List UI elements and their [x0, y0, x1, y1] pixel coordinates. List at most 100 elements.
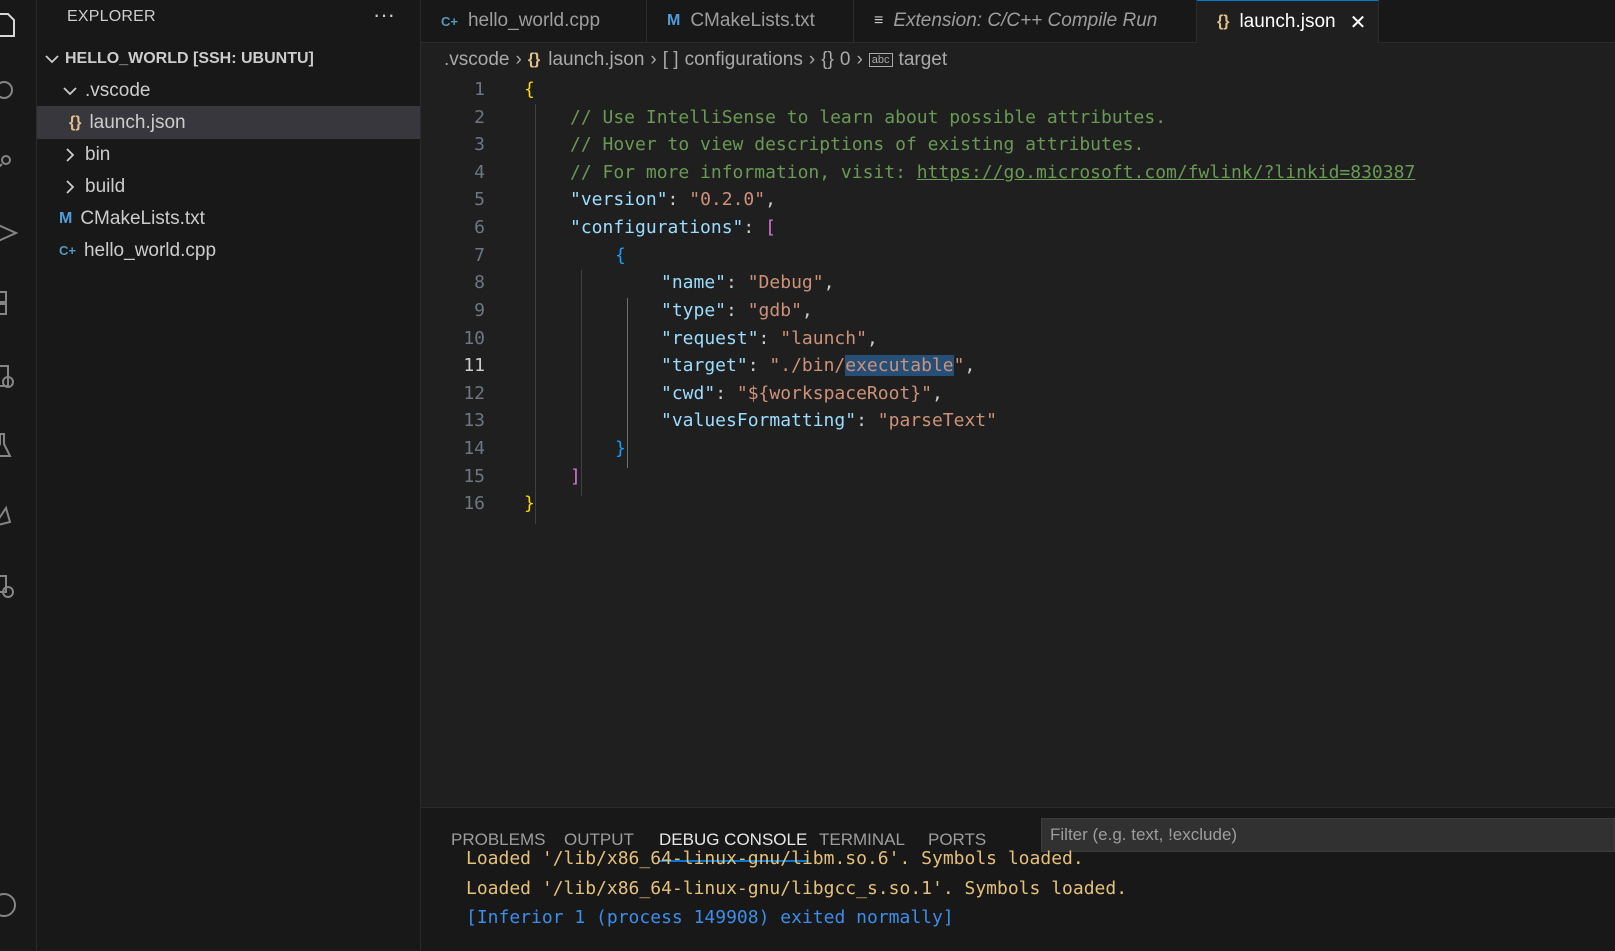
code-line: ] — [570, 466, 581, 487]
tree-item-label: build — [85, 175, 126, 197]
breadcrumb-item[interactable]: .vscode — [444, 49, 509, 71]
code-line: // For more information, visit: https://… — [570, 162, 1416, 183]
line-number: 2 — [474, 107, 485, 128]
bottom-panel: PROBLEMS OUTPUT DEBUG CONSOLE TERMINAL P… — [421, 807, 1615, 951]
close-icon[interactable]: ✕ — [1350, 10, 1367, 35]
tab-cmakelists[interactable]: M CMakeLists.txt — [647, 0, 854, 42]
tab-label: hello_world.cpp — [467, 10, 601, 31]
activity-bar — [0, 0, 37, 950]
code-line: } — [524, 493, 535, 514]
tab-hello-world-cpp[interactable]: C+ hello_world.cpp — [421, 0, 647, 42]
chevron-down-icon — [45, 54, 59, 63]
docs-link[interactable]: https://go.microsoft.com/fwlink/?linkid=… — [917, 162, 1416, 183]
cmake-file-icon: M — [59, 209, 73, 227]
tree-item-build[interactable]: build — [37, 170, 420, 203]
breadcrumb-item[interactable]: target — [899, 49, 948, 71]
tree-item-launch-json[interactable]: {} launch.json — [37, 106, 420, 139]
string-icon: abc — [868, 53, 893, 67]
tab-label: CMakeLists.txt — [690, 10, 815, 31]
breadcrumb-item[interactable]: configurations — [685, 49, 803, 71]
tree-item-label: CMakeLists.txt — [80, 207, 205, 229]
line-number: 3 — [474, 134, 485, 155]
tab-label: Extension: C/C++ Compile Run — [893, 10, 1158, 31]
code-line: } — [615, 438, 626, 459]
tree-item-hello-world-cpp[interactable]: C+ hello_world.cpp — [37, 234, 420, 267]
line-number: 10 — [463, 328, 485, 349]
cmake-icon[interactable] — [0, 502, 20, 532]
run-debug-icon[interactable] — [0, 218, 20, 248]
tree-item-label: launch.json — [89, 111, 186, 133]
tab-terminal[interactable]: TERMINAL — [819, 830, 905, 850]
tab-extension-compile-run[interactable]: ≡ Extension: C/C++ Compile Run — [854, 0, 1197, 42]
code-line: { — [615, 245, 626, 266]
line-number: 16 — [463, 493, 485, 514]
line-number: 9 — [474, 300, 485, 321]
tree-item-cmakelists[interactable]: M CMakeLists.txt — [37, 202, 420, 235]
tree-item-bin[interactable]: bin — [37, 138, 420, 171]
json-file-icon: {} — [1217, 13, 1230, 30]
code-line: "valuesFormatting": "parseText" — [661, 410, 997, 431]
cpp-file-icon: C+ — [59, 243, 76, 258]
line-number: 13 — [463, 410, 485, 431]
chevron-right-icon: › — [515, 49, 522, 70]
line-number: 12 — [463, 383, 485, 404]
extensions-icon[interactable] — [0, 288, 20, 318]
cpp-file-icon: C+ — [441, 13, 458, 29]
editor-tabs: C+ hello_world.cpp M CMakeLists.txt ≡ Ex… — [421, 0, 1615, 43]
console-line: Loaded '/lib/x86_64-linux-gnu/libm.so.6'… — [466, 848, 1084, 869]
tree-item-label: hello_world.cpp — [83, 239, 217, 261]
tab-ports[interactable]: PORTS — [928, 830, 986, 850]
explorer-title: EXPLORER — [67, 8, 156, 25]
indent-guide — [535, 104, 536, 524]
json-file-icon: {} — [527, 51, 541, 68]
chevron-right-icon: › — [856, 49, 863, 70]
selection-highlight: executable — [845, 355, 954, 376]
code-editor[interactable]: 1 2 3 4 5 6 7 8 9 10 11 12 13 14 15 16 {… — [421, 76, 1615, 806]
line-number: 7 — [474, 245, 485, 266]
tab-debug-console[interactable]: DEBUG CONSOLE — [659, 830, 808, 862]
cmake-file-icon: M — [667, 12, 681, 29]
chevron-down-icon — [63, 86, 77, 95]
remote-explorer-icon[interactable] — [0, 362, 20, 392]
array-icon: [ ] — [662, 49, 679, 70]
line-number: 5 — [474, 189, 485, 210]
code-line: "cwd": "${workspaceRoot}", — [661, 383, 943, 404]
tree-item-vscode[interactable]: .vscode — [37, 74, 420, 107]
code-line: // Use IntelliSense to learn about possi… — [570, 107, 1167, 128]
testing-icon[interactable] — [0, 430, 20, 460]
object-icon: {} — [821, 49, 834, 70]
breadcrumb-item[interactable]: 0 — [840, 49, 851, 71]
line-number: 1 — [474, 79, 485, 100]
code-line: { — [524, 79, 535, 100]
tab-problems[interactable]: PROBLEMS — [451, 830, 545, 850]
preview-icon: ≡ — [874, 12, 884, 29]
workspace-root-label: HELLO_WORLD [SSH: UBUNTU] — [65, 49, 314, 67]
line-number: 8 — [474, 272, 485, 293]
json-file-icon: {} — [69, 113, 82, 131]
code-line-current: "target": "./bin/executable", — [661, 355, 976, 376]
more-actions-button[interactable]: ··· — [373, 2, 395, 28]
line-number: 14 — [463, 438, 485, 459]
chevron-right-icon: › — [808, 49, 816, 70]
console-line: Loaded '/lib/x86_64-linux-gnu/libgcc_s.s… — [466, 878, 1128, 899]
search-icon[interactable] — [0, 76, 20, 106]
filter-input[interactable]: Filter (e.g. text, !exclude) — [1041, 818, 1615, 852]
chevron-right-icon — [66, 179, 75, 194]
breadcrumb-item[interactable]: launch.json — [548, 49, 644, 71]
console-line: [Inferior 1 (process 149908) exited norm… — [466, 907, 954, 928]
explorer-icon[interactable] — [0, 10, 20, 40]
code-line: "version": "0.2.0", — [570, 189, 776, 210]
account-icon[interactable] — [0, 890, 20, 920]
workspace-root[interactable]: HELLO_WORLD [SSH: UBUNTU] — [37, 42, 420, 75]
settings-gear-icon[interactable] — [0, 572, 20, 602]
tree-item-label: .vscode — [85, 79, 151, 101]
code-line: "configurations": [ — [570, 217, 776, 238]
tree-item-label: bin — [85, 143, 111, 165]
chevron-right-icon — [66, 147, 75, 162]
source-control-icon[interactable] — [0, 146, 20, 176]
tab-launch-json[interactable]: {} launch.json ✕ — [1197, 0, 1379, 43]
code-line: // Hover to view descriptions of existin… — [570, 134, 1145, 155]
chevron-right-icon: › — [650, 49, 657, 70]
current-line-number: 11 — [463, 355, 485, 376]
tab-output[interactable]: OUTPUT — [564, 830, 634, 850]
